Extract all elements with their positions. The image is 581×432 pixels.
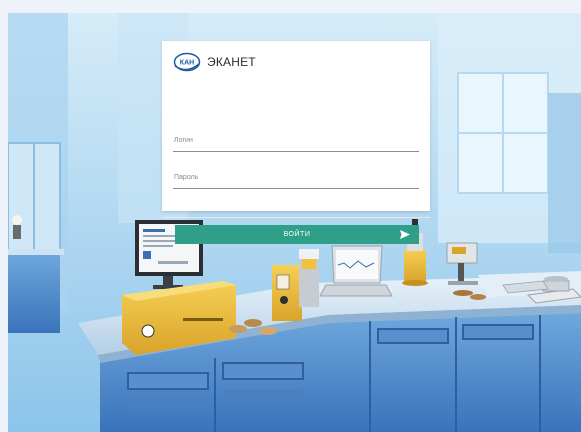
password-field bbox=[173, 166, 420, 189]
send-arrow-icon bbox=[400, 230, 410, 239]
brand: КАН ЭКАНЕТ bbox=[173, 51, 256, 73]
kan-logo-icon: КАН bbox=[173, 52, 201, 72]
login-button-label: ВОЙТИ bbox=[283, 231, 311, 238]
app-name: ЭКАНЕТ bbox=[207, 55, 256, 69]
password-input[interactable] bbox=[173, 166, 420, 189]
login-field bbox=[173, 129, 420, 152]
login-page: КАН ЭКАНЕТ ВОЙТИ bbox=[0, 0, 581, 432]
logo-text: КАН bbox=[180, 60, 194, 67]
login-button[interactable]: ВОЙТИ bbox=[175, 225, 419, 244]
login-input[interactable] bbox=[173, 129, 420, 152]
form-divider bbox=[162, 217, 430, 218]
login-card: КАН ЭКАНЕТ ВОЙТИ bbox=[162, 41, 430, 244]
